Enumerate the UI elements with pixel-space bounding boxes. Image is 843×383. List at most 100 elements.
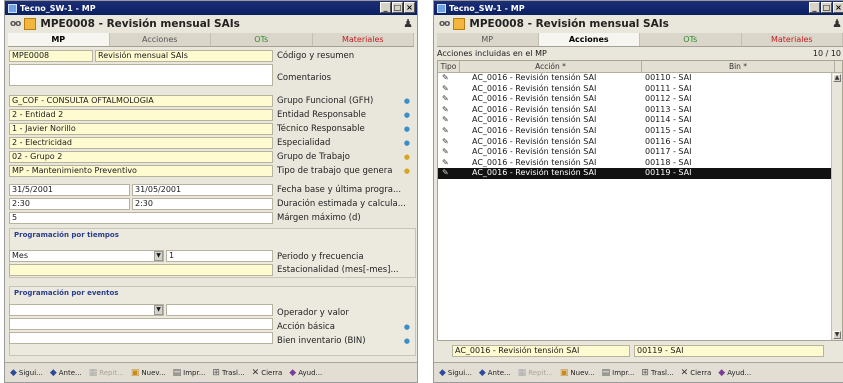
table-row[interactable]: ✎ AC_0016 - Revisión tensión SAI 00110 - S… [438,73,842,84]
vertical-scrollbar[interactable]: ▲ ▼ [831,73,842,340]
bin-field[interactable] [9,332,273,344]
tipo-trabajo-field[interactable]: MP - Mantenimiento Preventivo [9,165,273,177]
table-row[interactable]: ✎ AC_0016 - Revisión tensión SAI 00114 - S… [438,115,842,126]
binoculars-icon[interactable]: ♟ [832,17,842,30]
table-row[interactable]: ✎ AC_0016 - Revisión tensión SAI 00119 - S… [438,168,842,179]
ayuda-button[interactable]: ◆ Ayud... [716,365,753,381]
valor-field[interactable] [166,304,273,316]
chevron-down-icon[interactable]: ▼ [154,305,163,315]
ayuda-button[interactable]: ◆ Ayud... [287,365,324,381]
trasladar-button[interactable]: ⊞ Trasl... [639,365,675,381]
especialidad-info-icon[interactable]: ● [404,137,410,149]
bin-cell: 00118 - SAI [645,157,692,167]
window-title: Tecno_SW-1 - MP [20,3,96,13]
siguiente-button[interactable]: ◆ Sigui... [8,365,45,381]
grupo-trabajo-field[interactable]: 02 - Grupo 2 [9,151,273,163]
frecuencia-field[interactable]: 1 [166,250,273,262]
fecha-base-field[interactable]: 31/5/2001 [9,184,130,196]
tab-materiales[interactable]: Materiales [742,33,843,46]
window-title: Tecno_SW-1 - MP [449,3,525,13]
accion-cell: AC_0016 - Revisión tensión SAI [472,125,597,135]
nuevo-button[interactable]: ▣ Nuev... [558,365,597,381]
col-bin[interactable]: Bin * [642,61,835,73]
anterior-button[interactable]: ◆ Ante... [48,365,84,381]
imprimir-button[interactable]: ▤ Impr... [600,365,637,381]
repetir-button[interactable]: ▦ Repit... [516,365,555,381]
gfh-field[interactable]: G_COF - CONSULTA OFTALMOLOGIA [9,95,273,107]
tipo-trabajo-info-icon[interactable]: ● [404,165,410,177]
tab-mp[interactable]: MP [8,33,110,46]
tab-mp[interactable]: MP [437,33,539,46]
minimize-button[interactable]: _ [380,2,391,13]
trasladar-button[interactable]: ⊞ Trasl... [210,365,246,381]
entidad-label: Entidad Responsable [277,110,366,120]
table-row[interactable]: ✎ AC_0016 - Revisión tensión SAI 00111 - S… [438,84,842,95]
minimize-button[interactable]: _ [809,2,820,13]
tab-bar: MP Acciones OTs Materiales [8,33,414,47]
tab-ots[interactable]: OTs [211,33,313,46]
periodo-select[interactable]: Mes [9,250,164,262]
resumen-field[interactable]: Revisión mensual SAIs [95,50,273,62]
maximize-button[interactable]: □ [821,2,832,13]
cierra-button[interactable]: ✕ Cierra [250,365,285,381]
margen-field[interactable]: 5 [9,212,273,224]
imprimir-button[interactable]: ▤ Impr... [171,365,208,381]
estacionalidad-label: Estacionalidad (mes[-mes]... [277,265,399,275]
selected-accion-field[interactable]: AC_0016 - Revisión tensión SAI [452,345,630,357]
bottom-toolbar: ◆ Sigui... ◆ Ante... ▦ Repit... ▣ Nuev... ▤ I… [434,362,843,382]
transfer-icon: ⊞ [641,367,649,378]
tecnico-field[interactable]: 1 - Javier Norillo [9,123,273,135]
duracion-calculada-field[interactable]: 2:30 [132,198,273,210]
codigo-field[interactable]: MPE0008 [9,50,93,62]
accion-cell: AC_0016 - Revisión tensión SAI [472,94,597,104]
scroll-down-arrow[interactable]: ▼ [833,331,841,339]
table-row[interactable]: ✎ AC_0016 - Revisión tensión SAI 00115 - S… [438,126,842,137]
close-icon: ✕ [251,367,260,378]
tab-ots[interactable]: OTs [640,33,742,46]
selected-bin-field[interactable]: 00119 - SAI [634,345,824,357]
tecnico-info-icon[interactable]: ● [404,123,410,135]
nuevo-button[interactable]: ▣ Nuev... [129,365,168,381]
help-icon: ◆ [718,367,726,378]
accion-cell: AC_0016 - Revisión tensión SAI [472,104,597,114]
table-row[interactable]: ✎ AC_0016 - Revisión tensión SAI 00117 - S… [438,147,842,158]
close-button[interactable]: × [404,2,415,13]
entidad-field[interactable]: 2 - Entidad 2 [9,109,273,121]
maximize-button[interactable]: □ [392,2,403,13]
table-row[interactable]: ✎ AC_0016 - Revisión tensión SAI 00112 - S… [438,94,842,105]
action-type-icon: ✎ [442,168,449,178]
table-row[interactable]: ✎ AC_0016 - Revisión tensión SAI 00118 - S… [438,158,842,169]
grupo-trabajo-info-icon[interactable]: ● [404,151,410,163]
cierra-button[interactable]: ✕ Cierra [679,365,714,381]
col-tipo[interactable]: Tipo [438,61,460,73]
gfh-info-icon[interactable]: ● [404,95,410,107]
glasses-icon: oo [439,19,450,29]
duracion-estimada-field[interactable]: 2:30 [9,198,130,210]
operador-select[interactable] [9,304,164,316]
siguiente-button[interactable]: ◆ Sigui... [437,365,474,381]
chevron-down-icon[interactable]: ▼ [154,251,163,261]
accion-basica-info-icon[interactable]: ● [404,321,410,333]
table-row[interactable]: ✎ AC_0016 - Revisión tensión SAI 00113 - S… [438,105,842,116]
list-caption: Acciones incluidas en el MP [437,49,547,58]
estacionalidad-field[interactable] [9,264,273,276]
table-row[interactable]: ✎ AC_0016 - Revisión tensión SAI 00116 - S… [438,137,842,148]
anterior-button[interactable]: ◆ Ante... [477,365,513,381]
accion-basica-field[interactable] [9,318,273,330]
bin-cell: 00117 - SAI [645,147,692,157]
bottom-toolbar: ◆ Sigui... ◆ Ante... ▦ Repit... ▣ Nuev... ▤ I… [5,362,417,382]
scroll-up-arrow[interactable]: ▲ [833,74,841,82]
entidad-info-icon[interactable]: ● [404,109,410,121]
col-accion[interactable]: Acción * [460,61,642,73]
especialidad-field[interactable]: 2 - Electricidad [9,137,273,149]
tab-acciones[interactable]: Acciones [538,33,640,46]
tab-acciones[interactable]: Acciones [110,33,211,46]
close-button[interactable]: × [833,2,843,13]
repetir-button[interactable]: ▦ Repit... [87,365,126,381]
comentarios-field[interactable] [9,64,273,86]
binoculars-icon[interactable]: ♟ [403,17,413,30]
tab-materiales[interactable]: Materiales [313,33,414,46]
fecha-ultima-field[interactable]: 31/05/2001 [132,184,273,196]
bin-info-icon[interactable]: ● [404,335,410,347]
document-icon [24,18,37,30]
